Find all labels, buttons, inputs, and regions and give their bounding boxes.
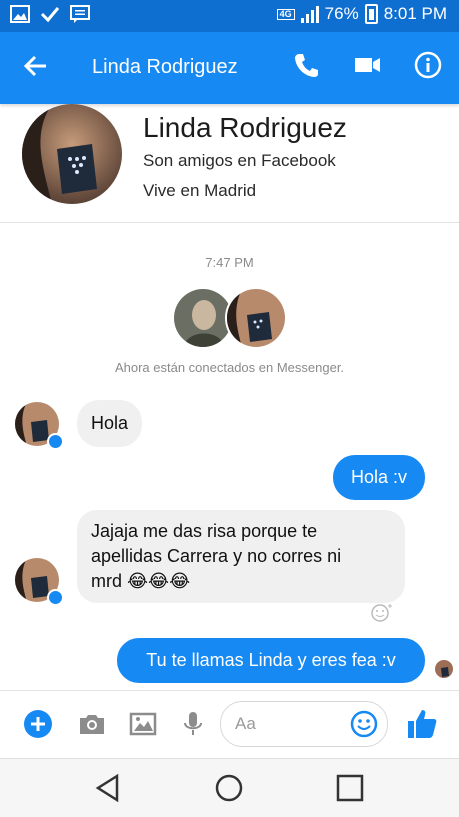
connected-notice: Ahora están conectados en Messenger. [114, 360, 345, 375]
message-icon [70, 5, 90, 23]
reaction-icon[interactable] [370, 603, 392, 623]
like-icon[interactable] [405, 707, 439, 741]
phone-icon[interactable] [292, 50, 322, 80]
outgoing-message: Hola :v [333, 455, 425, 500]
system-nav-bar [0, 758, 459, 817]
incoming-message-long: Jajaja me das risa porque te apellidas C… [77, 510, 405, 603]
incoming-message: Hola [77, 400, 143, 447]
message-placeholder: Aa [235, 714, 256, 733]
battery-icon [364, 4, 378, 24]
messenger-badge-icon [47, 433, 64, 450]
status-bar: 4G 76% 8:01 PM [0, 0, 459, 32]
messenger-badge-icon [47, 589, 64, 606]
conversation-title[interactable]: Linda Rodriguez [92, 56, 238, 79]
profile-header: Linda Rodriguez Son amigos en Facebook V… [0, 104, 459, 223]
camera-icon[interactable] [77, 709, 107, 739]
video-icon[interactable] [352, 50, 382, 80]
thread-timestamp: 7:47 PM [205, 255, 254, 270]
signal-icon [300, 5, 319, 23]
gallery-icon [10, 5, 30, 23]
seen-avatar [435, 660, 453, 678]
back-arrow-icon[interactable] [22, 52, 50, 80]
profile-location-line: Vive en Madrid [143, 181, 257, 200]
message-line: Jajaja me das risa porque te [91, 521, 318, 541]
mic-icon[interactable] [178, 709, 208, 739]
emoji-icon[interactable] [349, 709, 379, 739]
clock: 8:01 PM [383, 4, 447, 23]
info-icon[interactable] [413, 50, 443, 80]
plus-icon[interactable] [23, 709, 53, 739]
message-line: mrd 😂😂😂 [91, 571, 191, 591]
image-icon[interactable] [128, 709, 158, 739]
profile-friends-line: Son amigos en Facebook [143, 151, 336, 170]
network-badge: 4G [276, 8, 295, 20]
check-icon [40, 7, 60, 23]
nav-home-icon[interactable] [213, 772, 245, 804]
battery-percent: 76% [324, 4, 359, 23]
profile-name: Linda Rodriguez [143, 112, 347, 143]
nav-back-icon[interactable] [92, 772, 124, 804]
profile-avatar[interactable] [22, 104, 122, 204]
outgoing-message: Tu te llamas Linda y eres fea :v [117, 638, 425, 683]
message-line: apellidas Carrera y no corres ni [91, 546, 342, 566]
nav-recents-icon[interactable] [334, 772, 366, 804]
message-input[interactable]: Aa [220, 701, 388, 747]
contact-avatar-pair [225, 287, 287, 349]
app-bar: Linda Rodriguez [0, 32, 459, 104]
composer: Aa [0, 690, 459, 759]
